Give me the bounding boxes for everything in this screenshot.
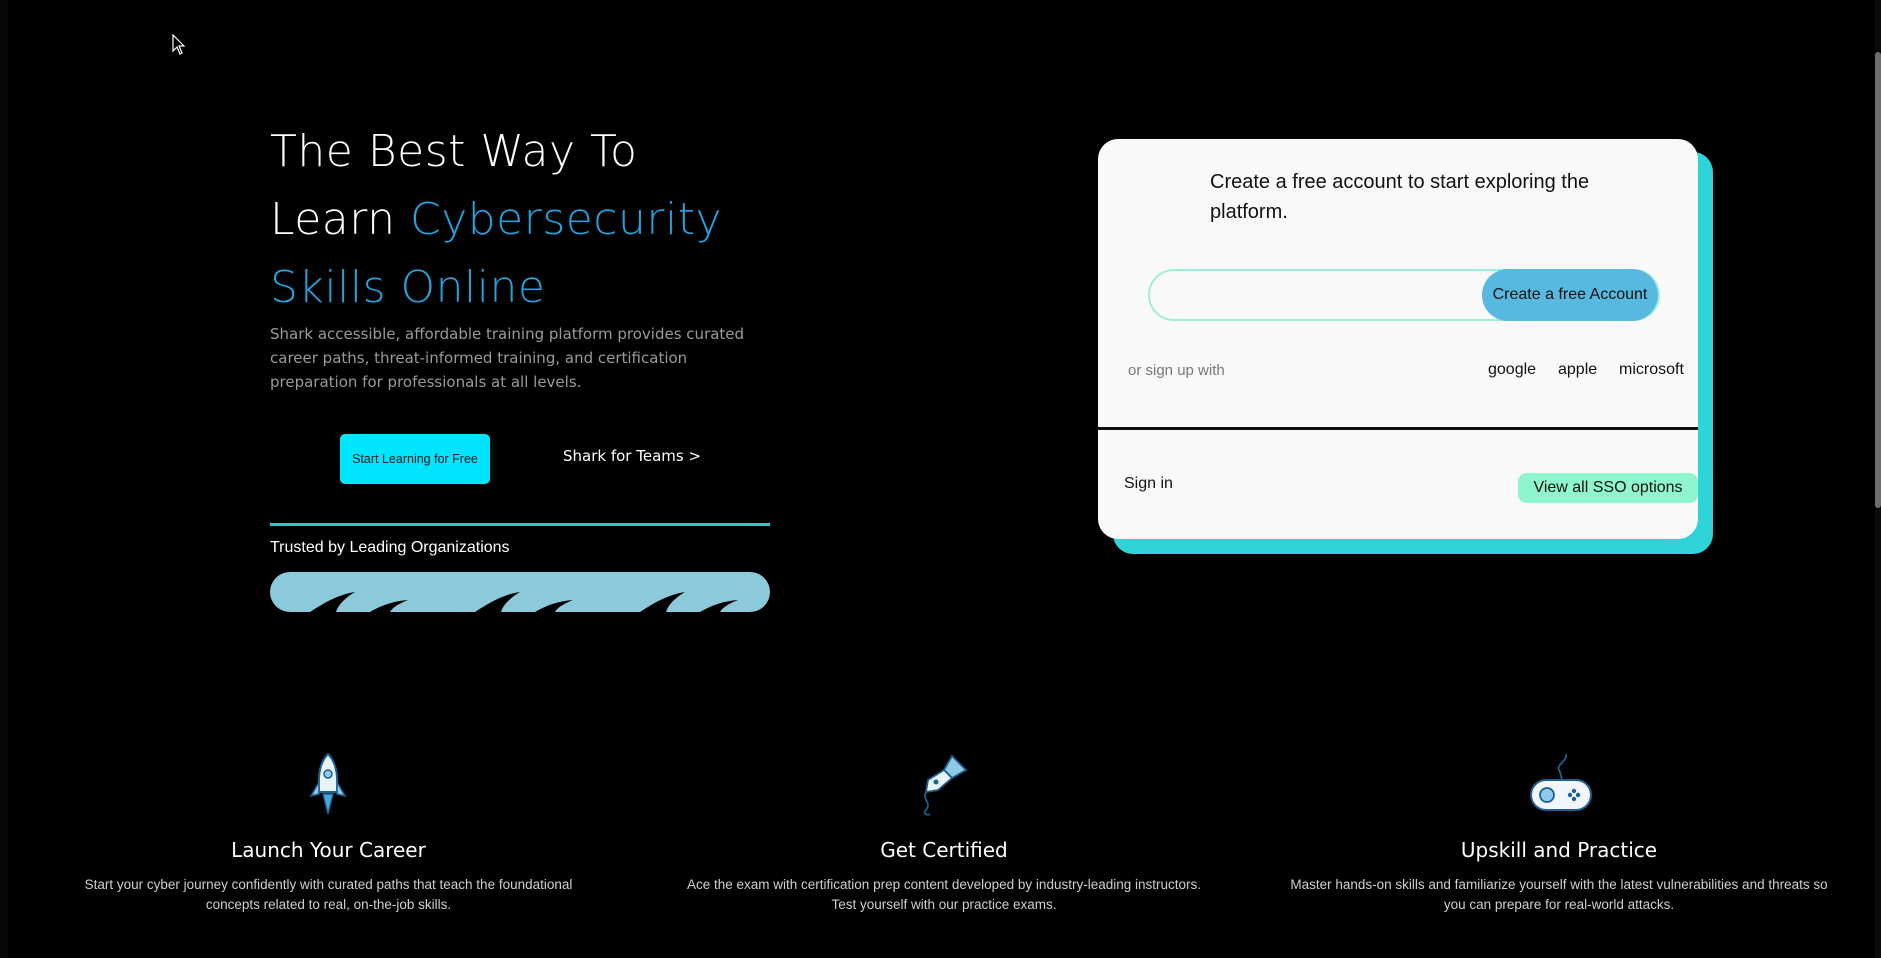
sso-apple-link[interactable]: apple — [1558, 361, 1597, 379]
hero-title-learn: Learn — [270, 194, 396, 245]
sso-microsoft-link[interactable]: microsoft — [1619, 361, 1684, 379]
create-account-button[interactable]: Create a free Account — [1482, 269, 1658, 321]
feature-description: Master hands-on skills and familiarize y… — [1290, 877, 1828, 912]
feature-title: Launch Your Career — [231, 838, 426, 862]
hero-title-accent-skills: Skills Online — [270, 262, 546, 313]
left-edge-strip — [0, 0, 8, 958]
shark-fins-graphic — [310, 592, 738, 612]
start-learning-button[interactable]: Start Learning for Free — [340, 434, 490, 484]
gamepad-icon — [1530, 753, 1592, 811]
hero-title: The Best Way To Learn Cybersecurity Skil… — [270, 118, 830, 322]
signup-intro: Create a free account to start exploring… — [1210, 171, 1590, 223]
pen-nib-icon — [923, 754, 968, 816]
signup-card: Create a free account to start exploring… — [1098, 139, 1698, 539]
scrollbar[interactable] — [1875, 0, 1881, 958]
or-signup-label: or sign up with — [1128, 362, 1225, 379]
partner-logo-strip — [270, 572, 770, 612]
email-field[interactable] — [1170, 281, 1474, 309]
feature-title: Upskill and Practice — [1460, 838, 1658, 862]
view-sso-options-button[interactable]: View all SSO options — [1518, 473, 1698, 503]
page: The Best Way To Learn Cybersecurity Skil… — [0, 0, 1881, 958]
rocket-icon — [309, 752, 347, 815]
hero-title-accent-cybersecurity: Cybersecurity — [409, 194, 723, 245]
hero-description: Shark accessible, affordable training pl… — [270, 325, 745, 391]
sign-in-link[interactable]: Sign in — [1124, 475, 1173, 493]
scrollbar-thumb[interactable] — [1875, 52, 1881, 508]
card-divider — [1098, 427, 1698, 430]
feature-title: Get Certified — [880, 838, 1008, 862]
feature-description: Start your cyber journey confidently wit… — [84, 877, 573, 912]
mouse-cursor-icon — [172, 34, 186, 55]
hero-divider — [270, 523, 770, 526]
hero-title-line1: The Best Way To — [270, 126, 638, 177]
feature-description: Ace the exam with certification prep con… — [686, 877, 1202, 912]
sso-google-link[interactable]: google — [1488, 361, 1536, 379]
teams-link[interactable]: Shark for Teams > — [563, 447, 701, 465]
trusted-label: Trusted by Leading Organizations — [270, 539, 510, 556]
